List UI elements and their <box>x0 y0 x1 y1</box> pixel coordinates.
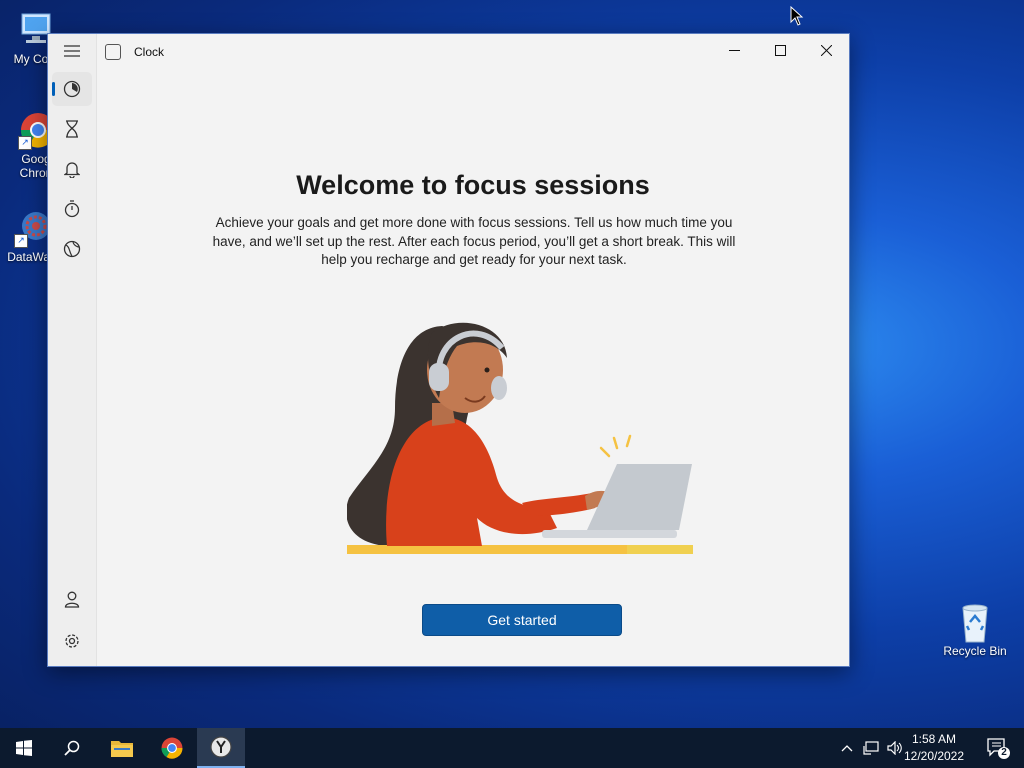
minimize-button[interactable] <box>711 34 757 66</box>
mouse-cursor <box>790 5 804 31</box>
nav-item-settings[interactable] <box>52 624 92 658</box>
chrome-icon <box>161 737 183 759</box>
hamburger-menu-button[interactable] <box>52 34 92 68</box>
nav-item-world-clock[interactable] <box>52 232 92 266</box>
clock-app-icon <box>105 44 121 60</box>
desktop-icon-recycle-bin[interactable]: Recycle Bin <box>939 602 1011 658</box>
network-icon <box>863 741 879 755</box>
network-status-button[interactable] <box>860 728 882 768</box>
shortcut-arrow-icon: ↗ <box>18 136 32 150</box>
clock-date: 12/20/2022 <box>903 749 965 763</box>
nav-item-stopwatch[interactable] <box>52 192 92 226</box>
navigation-rail <box>48 34 97 666</box>
show-hidden-icons-button[interactable] <box>838 728 856 768</box>
taskbar-clock-app[interactable] <box>197 728 245 768</box>
gear-icon <box>65 634 79 648</box>
clock-app-icon <box>210 736 232 758</box>
clock-window: Clock Welcome to focus sessions Achieve … <box>47 33 850 667</box>
search-icon <box>64 740 80 756</box>
nav-item-account[interactable] <box>52 583 92 617</box>
clock-time: 1:58 AM <box>911 732 957 746</box>
globe-icon <box>63 240 81 258</box>
maximize-button[interactable] <box>757 34 803 66</box>
stopwatch-icon <box>64 200 80 218</box>
windows-logo-icon <box>16 740 32 756</box>
chevron-up-icon <box>841 745 853 752</box>
page-description: Achieve your goals and get more done wit… <box>212 215 736 267</box>
recycle-bin-icon <box>955 602 995 643</box>
page-title: Welcome to focus sessions <box>296 170 650 200</box>
focus-illustration <box>347 322 693 554</box>
person-icon <box>64 591 80 608</box>
maximize-icon <box>774 44 786 56</box>
desktop-icon-label: Recycle Bin <box>943 644 1007 658</box>
hourglass-icon <box>66 120 78 138</box>
focus-icon <box>63 80 81 98</box>
window-title: Clock <box>134 45 165 59</box>
title-bar[interactable]: Clock <box>97 34 849 68</box>
close-icon <box>820 44 832 56</box>
search-button[interactable] <box>48 728 96 768</box>
nav-item-alarm[interactable] <box>52 152 92 186</box>
get-started-button[interactable]: Get started <box>422 604 622 636</box>
close-button[interactable] <box>803 34 849 66</box>
taskbar-file-explorer[interactable] <box>98 728 146 768</box>
nav-item-focus-sessions[interactable] <box>52 72 92 106</box>
taskbar: 1:58 AM 12/20/2022 2 <box>0 728 1024 768</box>
notification-count-badge: 2 <box>1001 747 1007 758</box>
minimize-icon <box>728 49 740 51</box>
datawag-icon: ↗ <box>12 208 52 248</box>
nav-item-timer[interactable] <box>52 112 92 146</box>
start-button[interactable] <box>0 728 48 768</box>
folder-icon <box>111 741 133 757</box>
focus-sessions-page: Welcome to focus sessions Achieve your g… <box>97 68 849 666</box>
taskbar-clock[interactable]: 1:58 AM 12/20/2022 <box>898 731 970 765</box>
taskbar-chrome[interactable] <box>148 728 196 768</box>
bell-icon <box>64 162 80 178</box>
shortcut-arrow-icon: ↗ <box>14 234 28 248</box>
action-center-button[interactable]: 2 <box>986 736 1010 760</box>
hamburger-icon <box>64 45 80 57</box>
